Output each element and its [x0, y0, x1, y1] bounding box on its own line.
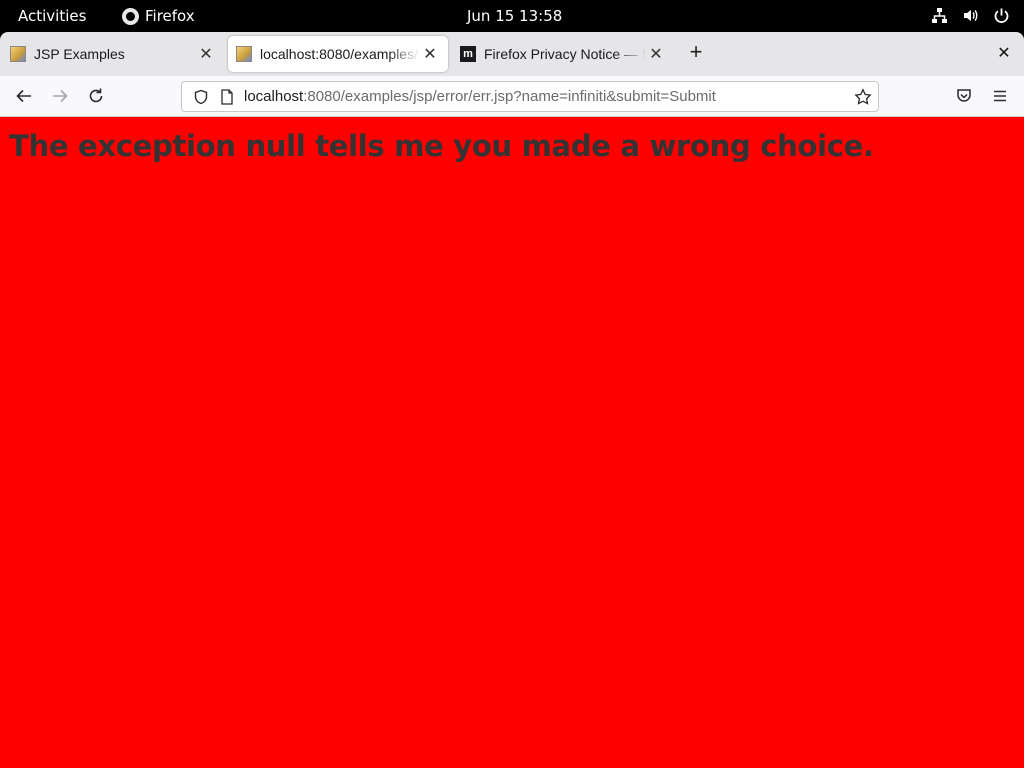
bookmark-star-icon[interactable]	[848, 87, 878, 106]
new-tab-button[interactable]: +	[684, 41, 708, 65]
navigation-toolbar: localhost:8080/examples/jsp/error/err.js…	[0, 76, 1024, 117]
url-path: :8080/examples/jsp/error/err.jsp?name=in…	[303, 88, 716, 105]
back-arrow-icon	[16, 89, 31, 103]
system-tray[interactable]	[931, 7, 1010, 24]
error-heading: The exception null tells me you made a w…	[9, 129, 874, 163]
hamburger-menu-icon	[994, 90, 1006, 102]
app-menu-button[interactable]: Firefox	[122, 7, 195, 25]
tab-err-jsp[interactable]: localhost:8080/examples/jsp/error/err.js…	[228, 36, 448, 72]
clock[interactable]: Jun 15 13:58	[467, 7, 562, 25]
tab-jsp-examples[interactable]: JSP Examples ✕	[2, 36, 224, 72]
reload-icon	[89, 88, 103, 103]
reload-button[interactable]	[83, 84, 109, 108]
tracking-protection-shield-icon[interactable]	[186, 89, 216, 105]
close-tab-icon[interactable]: ✕	[646, 44, 666, 64]
back-button[interactable]	[11, 84, 37, 108]
tab-strip: JSP Examples ✕ localhost:8080/examples/j…	[0, 32, 1024, 76]
pocket-button[interactable]	[951, 84, 977, 108]
firefox-icon	[122, 7, 139, 25]
network-icon[interactable]	[931, 7, 948, 24]
close-tab-icon[interactable]: ✕	[196, 44, 216, 64]
forward-arrow-icon	[53, 89, 68, 103]
tab-title: localhost:8080/examples/jsp/error/err.js…	[260, 46, 420, 62]
address-bar[interactable]: localhost:8080/examples/jsp/error/err.js…	[181, 81, 879, 112]
forward-button[interactable]	[47, 84, 73, 108]
tab-title: JSP Examples	[34, 46, 125, 62]
volume-icon[interactable]	[962, 7, 979, 24]
url-host: localhost	[244, 88, 304, 105]
mozilla-icon: m	[460, 46, 476, 62]
app-menu-hamburger-button[interactable]	[987, 84, 1013, 108]
jsp-favicon-icon	[10, 46, 26, 62]
close-window-icon[interactable]: ✕	[994, 43, 1014, 63]
page-info-icon[interactable]	[216, 88, 238, 105]
system-top-bar: Activities Firefox Jun 15 13:58	[0, 0, 1024, 32]
power-icon[interactable]	[993, 7, 1010, 24]
pocket-icon	[957, 89, 971, 102]
close-tab-icon[interactable]: ✕	[420, 44, 440, 64]
tab-title: Firefox Privacy Notice — Mozilla	[484, 46, 646, 62]
activities-button[interactable]: Activities	[18, 7, 86, 25]
app-name-label: Firefox	[145, 7, 195, 25]
tab-privacy-notice[interactable]: m Firefox Privacy Notice — Mozilla ✕	[452, 36, 674, 72]
page-content: The exception null tells me you made a w…	[0, 117, 1024, 768]
url-text[interactable]: localhost:8080/examples/jsp/error/err.js…	[238, 88, 848, 105]
jsp-favicon-icon	[236, 46, 252, 62]
